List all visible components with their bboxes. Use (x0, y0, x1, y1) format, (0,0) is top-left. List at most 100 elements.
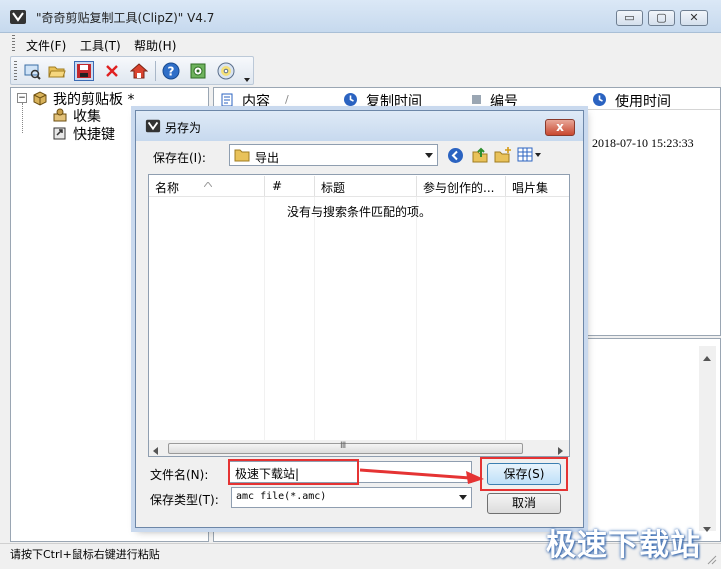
scroll-down-icon[interactable] (703, 522, 711, 536)
help-icon: ? (162, 62, 180, 80)
col-header-title[interactable]: 标题 (321, 179, 345, 196)
menu-help[interactable]: 帮助(H) (134, 37, 176, 54)
column-divider[interactable] (264, 176, 265, 196)
help-button[interactable]: ? (161, 61, 181, 81)
scroll-left-icon[interactable] (152, 444, 158, 458)
svg-text:?: ? (168, 65, 175, 79)
scroll-up-icon[interactable] (703, 350, 711, 364)
dialog-app-icon (145, 118, 161, 137)
folder-icon (234, 147, 250, 166)
save-button[interactable]: 保存(S) (487, 463, 561, 485)
preview-scrollbar[interactable] (699, 346, 716, 531)
save-in-label: 保存在(I): (153, 151, 206, 165)
window-title: "奇奇剪贴复制工具(ClipZ)" V4.7 (36, 11, 215, 25)
minimize-icon: ▭ (624, 11, 635, 24)
maximize-button[interactable]: ▢ (648, 10, 675, 26)
filename-label: 文件名(N): (150, 468, 209, 482)
col-header-number-sign[interactable]: # (272, 179, 282, 193)
toolbar-overflow-button[interactable] (243, 73, 251, 83)
col-header-album[interactable]: 唱片集 (512, 179, 548, 196)
dialog-close-icon: x (556, 120, 564, 134)
maximize-icon: ▢ (656, 11, 667, 24)
new-folder-button[interactable] (494, 146, 512, 167)
filename-input[interactable]: 极速下载站| (235, 465, 299, 482)
menu-grip[interactable] (12, 35, 15, 52)
menu-file[interactable]: 文件(F) (26, 37, 66, 54)
back-button[interactable] (447, 147, 464, 167)
dialog-title: 另存为 (165, 121, 202, 135)
cancel-button[interactable]: 取消 (487, 493, 561, 514)
hscroll-grip: Ⅲ (340, 441, 347, 451)
sort-ascending-icon (203, 176, 213, 190)
menu-tools[interactable]: 工具(T) (80, 37, 121, 54)
column-gridline (505, 197, 506, 440)
list-cell-use-time[interactable]: 2018-07-10 15:23:33 (592, 136, 694, 151)
view-menu-button[interactable] (517, 147, 543, 166)
column-gridline (416, 197, 417, 440)
content-column-icon (220, 93, 234, 110)
close-icon: ✕ (689, 11, 699, 24)
col-header-contributing-artists[interactable]: 参与创作的... (423, 179, 494, 196)
settings-icon (190, 63, 206, 79)
shortcut-icon (52, 125, 68, 144)
up-folder-icon (472, 147, 488, 163)
save-in-value: 导出 (255, 151, 280, 165)
up-folder-button[interactable] (471, 146, 489, 167)
collection-icon (52, 107, 68, 126)
copy-time-column-icon (343, 92, 358, 110)
col-header-copy-time[interactable]: 复制时间 (366, 91, 422, 111)
column-gridline (314, 197, 315, 440)
status-text: 请按下Ctrl+鼠标右键进行粘贴 (10, 548, 160, 561)
col-header-name[interactable]: 名称 (155, 179, 179, 196)
use-time-column-icon (592, 92, 607, 110)
new-folder-icon (494, 147, 511, 163)
column-gridline (264, 197, 265, 440)
dialog-title-bar (136, 111, 583, 141)
empty-list-message: 没有与搜索条件匹配的项。 (287, 205, 432, 219)
number-column-icon (472, 95, 481, 104)
disc-button[interactable] (216, 61, 236, 81)
watermark-text: 极速下载站 (546, 528, 701, 563)
tree-item-shortcut[interactable]: 快捷键 (73, 124, 115, 144)
open-button[interactable] (47, 61, 67, 81)
tree-item-collection[interactable]: 收集 (73, 106, 101, 126)
resize-grip[interactable] (705, 553, 717, 568)
col-header-content[interactable]: 内容 (242, 91, 270, 111)
filetype-label: 保存类型(T): (150, 493, 219, 507)
delete-button[interactable] (102, 61, 122, 81)
view-icon (24, 64, 41, 80)
tree-line (22, 103, 23, 133)
toolbar-separator (155, 61, 156, 81)
column-divider[interactable] (314, 176, 315, 196)
filetype-chevron-down-icon (459, 495, 467, 500)
clipboard-root-icon (32, 90, 48, 109)
column-divider[interactable] (416, 176, 417, 196)
minimize-button[interactable]: ▭ (616, 10, 643, 26)
view-grid-icon (517, 147, 541, 162)
tree-collapse-toggle[interactable]: − (17, 93, 27, 103)
scroll-right-icon[interactable] (558, 444, 564, 458)
save-icon (77, 64, 91, 78)
col-header-number[interactable]: 编号 (490, 91, 518, 111)
file-list-header (149, 175, 569, 197)
settings-button[interactable] (188, 61, 208, 81)
home-icon (130, 63, 148, 79)
home-button[interactable] (129, 61, 149, 81)
filetype-value: amc file(*.amc) (236, 491, 327, 502)
open-icon (48, 66, 66, 78)
annotation-arrow (359, 468, 484, 484)
col-header-use-time[interactable]: 使用时间 (615, 91, 671, 111)
overflow-chevron-icon (244, 78, 250, 82)
close-button[interactable]: ✕ (680, 10, 708, 26)
delete-icon (106, 65, 118, 77)
column-divider[interactable] (505, 176, 506, 196)
disc-icon (217, 62, 235, 80)
save-in-chevron-down-icon (425, 153, 433, 158)
app-logo-icon (9, 8, 27, 26)
toolbar-grip[interactable] (14, 61, 17, 81)
save-toolbar-button[interactable] (74, 61, 94, 81)
sort-indicator: / (285, 93, 289, 106)
view-button[interactable] (22, 61, 42, 81)
back-icon (448, 148, 463, 163)
dialog-close-button[interactable]: x (545, 119, 575, 136)
